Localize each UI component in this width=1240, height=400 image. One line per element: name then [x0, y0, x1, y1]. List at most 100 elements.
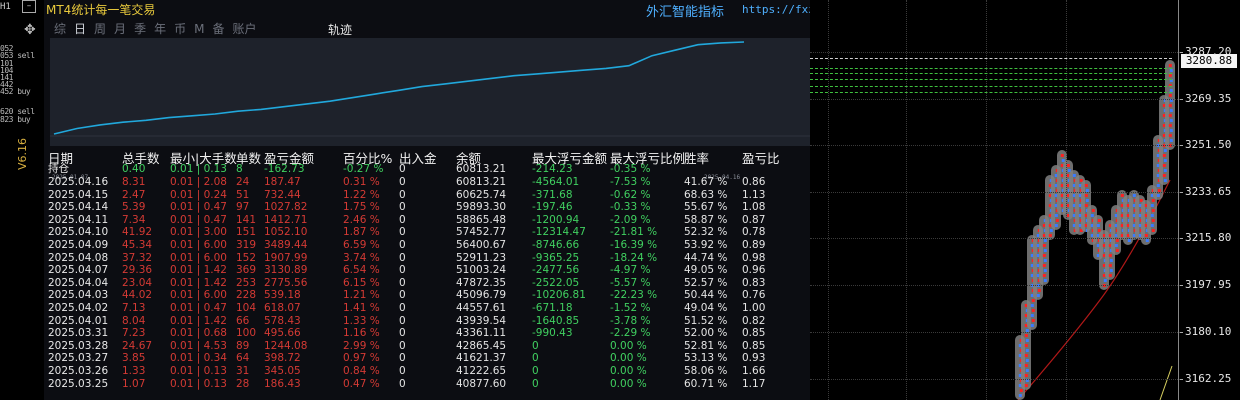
cell-minmax: 0.01 | 6.00 — [170, 251, 227, 264]
cell-orders: 64 — [236, 352, 250, 365]
cell-lots: 45.34 — [122, 239, 153, 251]
table-row[interactable]: 2025.03.31 7.23 0.01 | 0.68 100 495.66 1.16 %… — [44, 327, 810, 340]
table-row[interactable]: 2025.04.10 41.92 0.01 | 3.00 151 1052.10 1.87… — [44, 226, 810, 239]
buy-marker — [1049, 229, 1053, 232]
grid-line — [810, 145, 1180, 146]
cell-maxdd: -10206.81 — [532, 289, 586, 302]
cell-lots: 44.02 — [122, 289, 153, 302]
timeframe-label: H1 — [0, 2, 11, 12]
cell-minmax: 0.01 | 2.08 — [170, 176, 227, 188]
grid-line — [1066, 0, 1067, 400]
tab-9[interactable]: 账户 — [230, 20, 258, 38]
cell-winrate: 52.32 % — [684, 226, 728, 239]
table-row[interactable]: 2025.04.07 29.36 0.01 | 1.42 369 3130.89 6.54… — [44, 264, 810, 277]
cell-date: 2025.03.31 — [48, 327, 109, 340]
cell-io: 0 — [399, 213, 406, 226]
cell-date: 2025.04.04 — [48, 276, 109, 289]
cell-balance: 44557.61 — [456, 302, 507, 314]
tab-6[interactable]: 币 — [172, 20, 188, 38]
cell-maxddpct: -5.57 % — [610, 276, 651, 289]
tab-3[interactable]: 月 — [112, 20, 128, 38]
table-row[interactable]: 2025.03.28 24.67 0.01 | 4.53 89 1244.08 2.99 … — [44, 340, 810, 353]
cell-pct: 1.87 % — [343, 226, 380, 239]
table-row[interactable]: 2025.04.01 8.04 0.01 | 1.42 66 578.43 1.33 % 0… — [44, 315, 810, 328]
tab-0[interactable]: 综 — [52, 20, 68, 38]
tab-8[interactable]: 备 — [210, 20, 226, 38]
cell-orders: 97 — [236, 201, 250, 214]
cell-pf: 0.89 — [742, 239, 766, 251]
cell-minmax: 0.01 | 0.34 — [170, 352, 227, 365]
cell-pnl: 398.72 — [264, 352, 301, 365]
buy-marker — [1169, 119, 1173, 122]
equity-chart-svg — [50, 41, 810, 137]
cell-pnl: 732.44 — [264, 188, 301, 201]
table-row[interactable]: 2025.03.26 1.33 0.01 | 0.13 31 345.05 0.84 % 0… — [44, 365, 810, 378]
table-row[interactable]: 2025.03.27 3.85 0.01 | 0.34 64 398.72 0.97 % 0… — [44, 352, 810, 365]
cell-pf: 0.96 — [742, 264, 766, 277]
tab-7[interactable]: M — [192, 20, 206, 38]
table-row[interactable]: 2025.03.25 1.07 0.01 | 0.13 28 186.43 0.47 % 0… — [44, 378, 810, 391]
equity-chart: 2025.01.07 2025.04.16 — [50, 38, 810, 181]
cell-minmax: 0.01 | 0.13 — [170, 163, 227, 175]
cell-winrate: 58.06 % — [684, 365, 728, 377]
cell-maxddpct: -0.35 % — [610, 163, 651, 175]
sell-marker — [1048, 234, 1052, 237]
tab-1[interactable]: 日 — [72, 20, 88, 38]
cell-winrate: 68.63 % — [684, 188, 728, 201]
cell-maxddpct: -0.33 % — [610, 201, 651, 214]
table-row[interactable]: 2025.04.15 2.47 0.01 | 0.24 51 732.44 1.22 % 0… — [44, 189, 810, 202]
table-row[interactable]: 2025.04.02 7.13 0.01 | 0.47 104 618.07 1.41 %… — [44, 302, 810, 315]
cell-io: 0 — [399, 365, 406, 377]
table-row[interactable]: 2025.04.04 23.04 0.01 | 1.42 253 2775.56 6.15… — [44, 277, 810, 290]
tab-2[interactable]: 周 — [92, 20, 108, 38]
cell-date: 2025.04.14 — [48, 201, 109, 214]
buy-marker — [1150, 224, 1154, 227]
sell-marker — [1108, 274, 1112, 277]
cell-maxdd: -371.68 — [532, 188, 573, 201]
sell-marker — [1042, 244, 1046, 247]
cell-pf: 0.87 — [742, 213, 766, 226]
cell-lots: 2.47 — [122, 188, 146, 201]
cell-lots: 23.04 — [122, 276, 153, 289]
cell-lots: 5.39 — [122, 201, 146, 214]
cell-lots: 7.13 — [122, 302, 146, 314]
grid-line — [810, 238, 1180, 239]
table-row[interactable]: 2025.04.08 37.32 0.01 | 6.00 152 1907.99 3.74… — [44, 252, 810, 265]
cell-pct: 3.74 % — [343, 251, 380, 264]
cell-pct: 1.41 % — [343, 302, 380, 314]
buy-marker — [1090, 214, 1094, 217]
table-row[interactable]: 2025.04.11 7.34 0.01 | 0.47 141 1412.71 2.46 … — [44, 214, 810, 227]
tab-4[interactable]: 季 — [132, 20, 148, 38]
cell-date: 2025.04.10 — [48, 226, 109, 239]
cell-pnl: 1907.99 — [264, 251, 308, 264]
table-row[interactable]: 2025.04.14 5.39 0.01 | 0.47 97 1027.82 1.75 %… — [44, 201, 810, 214]
move-icon[interactable]: ✥ — [24, 22, 36, 38]
cell-date: 2025.04.02 — [48, 302, 109, 314]
cell-pnl: 539.18 — [264, 289, 301, 302]
cell-balance: 58865.48 — [456, 213, 507, 226]
cell-minmax: 0.01 | 6.00 — [170, 289, 227, 302]
track-label: 轨迹 — [328, 23, 353, 37]
tab-5[interactable]: 年 — [152, 20, 168, 38]
minimize-button[interactable]: – — [22, 0, 36, 13]
cell-orders: 24 — [236, 176, 250, 188]
cell-pct: 1.21 % — [343, 289, 380, 302]
cell-date: 2025.03.26 — [48, 365, 109, 377]
cell-pf: 1.13 — [742, 188, 766, 201]
cell-winrate: 41.67 % — [684, 176, 728, 188]
candles-svg — [1015, 60, 1175, 400]
cell-maxddpct: 0.00 % — [610, 339, 647, 352]
cell-minmax: 0.01 | 1.42 — [170, 314, 227, 327]
table-row[interactable]: 2025.04.16 8.31 0.01 | 2.08 24 187.47 0.31 % 0… — [44, 176, 810, 189]
cell-pct: -0.27 % — [343, 163, 384, 175]
table-row[interactable]: 2025.04.03 44.02 0.01 | 6.00 228 539.18 1.21 … — [44, 289, 810, 302]
cell-maxddpct: -2.29 % — [610, 327, 651, 340]
holding-row[interactable]: 持仓 0.40 0.01 | 0.13 8 -162.73 -0.27 % 0 60813.2… — [44, 163, 810, 176]
table-row[interactable]: 2025.04.09 45.34 0.01 | 6.00 319 3489.44 6.59… — [44, 239, 810, 252]
cell-minmax: 0.01 | 6.00 — [170, 239, 227, 251]
level-label: 452 buy — [0, 87, 31, 96]
brand-name[interactable]: 外汇智能指标 — [646, 1, 724, 20]
cell-winrate: 52.00 % — [684, 327, 728, 340]
sell-marker — [1097, 229, 1101, 232]
price-label: 3251.50 — [1185, 138, 1232, 151]
